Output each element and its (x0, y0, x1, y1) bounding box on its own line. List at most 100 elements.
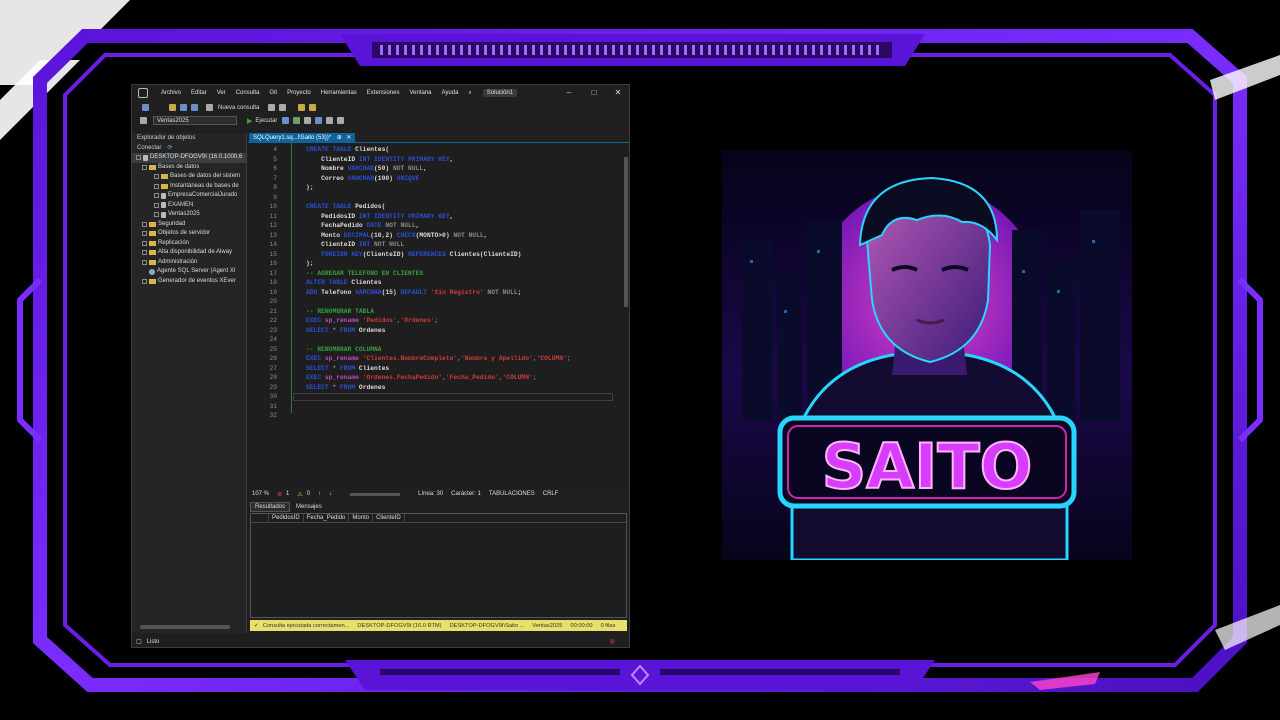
column-header[interactable]: Monto (349, 514, 374, 522)
refresh-icon[interactable]: ⟳ (167, 143, 172, 153)
expand-icon[interactable] (142, 164, 147, 170)
expand-icon[interactable] (142, 259, 147, 265)
tree-node[interactable]: Bases de datos (132, 163, 246, 173)
indent-icon[interactable] (337, 117, 345, 124)
code-line[interactable]: -- RENOMBRAR COLUMNA (306, 345, 382, 355)
new-query-button[interactable]: Nueva consulta (218, 105, 259, 111)
expand-icon[interactable] (142, 231, 147, 237)
down-arrow-icon[interactable]: ↓ (329, 491, 332, 497)
notification-icon[interactable]: ◍ (610, 638, 615, 645)
code-line[interactable]: PedidosID INT IDENTITY PRIMARY KEY, (306, 212, 453, 222)
pin-icon[interactable]: ⊕ (337, 135, 342, 141)
code-line[interactable]: SELECT * FROM Ordenes (306, 326, 385, 336)
maximize-button[interactable]: □ (589, 88, 599, 97)
tree-node[interactable]: Objetos de servidor (132, 229, 246, 239)
comment-icon[interactable] (326, 117, 334, 124)
tab-sqlquery1[interactable]: SQLQuery1.sq...l\Saito (53))* ⊕ ✕ (249, 133, 356, 143)
menu-ventana[interactable]: Ventana (404, 90, 436, 96)
tree-node[interactable]: Generador de eventos XEver (132, 277, 246, 287)
tree-node[interactable]: Ventas2025 (132, 210, 246, 220)
code-line[interactable]: FOREIGN KEY(ClienteID) REFERENCES Client… (306, 250, 521, 260)
code-line[interactable]: ClienteID INT IDENTITY PRIMARY KEY, (306, 155, 453, 165)
code-line[interactable]: EXEC sp_rename 'Pedidos','Ordenes'; (306, 316, 438, 326)
column-header[interactable]: Fecha_Pedido (304, 514, 350, 522)
close-button[interactable]: ✕ (613, 88, 623, 97)
code-line[interactable]: ); (306, 259, 314, 269)
code-line[interactable]: EXEC sp_rename 'Ordenes.FechaPedido','Fe… (306, 373, 537, 383)
expand-icon[interactable] (154, 212, 159, 218)
parse-icon[interactable] (293, 117, 301, 124)
undo-icon[interactable] (268, 104, 276, 111)
sql-editor[interactable]: 4 5 6 7 8 9 10 11 12 13 14 15 16 17 18 19 20 21 22 23 24 25 26… (248, 143, 629, 489)
menu-extensiones[interactable]: Extensiones (362, 90, 405, 96)
tree-node[interactable]: EXAMEN (132, 201, 246, 211)
tab-resultados[interactable]: Resultados (250, 502, 291, 512)
menu-ayuda[interactable]: Ayuda (437, 90, 464, 96)
editor-hscroll[interactable] (350, 492, 401, 496)
column-header[interactable]: PedidosID (269, 514, 304, 522)
tree-node[interactable]: Seguridad (132, 220, 246, 230)
tab-close-icon[interactable]: ✕ (346, 135, 351, 141)
menu-herramientas[interactable]: Herramientas (316, 90, 362, 96)
code-line[interactable]: FechaPedido DATE NOT NULL, (306, 221, 419, 231)
tree-node[interactable]: Bases de datos del sistem (132, 172, 246, 182)
menu-git[interactable]: Git (264, 90, 282, 96)
menu-archivo[interactable]: Archivo (156, 90, 186, 96)
expand-icon[interactable] (142, 240, 147, 246)
error-count[interactable]: 1 (286, 491, 289, 497)
tree-node[interactable]: Replicación (132, 239, 246, 249)
code-line[interactable]: ADD Telefono VARCHAR(15) DEFAULT 'Sin Re… (306, 288, 521, 298)
menu-ver[interactable]: Ver (212, 90, 231, 96)
save-icon[interactable] (180, 104, 187, 111)
expand-icon[interactable] (142, 278, 147, 284)
stop-icon[interactable] (282, 117, 290, 124)
code-line[interactable]: -- RENOMBRAR TABLA (306, 307, 374, 317)
code-line[interactable]: Nombre VARCHAR(50) NOT NULL, (306, 164, 427, 174)
back-icon[interactable] (142, 104, 149, 111)
display-plan-icon[interactable] (304, 117, 312, 124)
code-line[interactable]: Monto DECIMAL(10,2) CHECK(MONTO>0) NOT N… (306, 231, 487, 241)
redo-icon[interactable] (279, 104, 287, 111)
menu-proyecto[interactable]: Proyecto (282, 90, 316, 96)
results-grid[interactable]: PedidosID Fecha_Pedido Monto ClienteID (250, 513, 627, 618)
menu-editar[interactable]: Editar (186, 90, 212, 96)
search-icon[interactable]: ⌕ (463, 90, 476, 97)
code-line[interactable]: CREATE TABLE Pedidos( (306, 202, 385, 212)
execute-icon[interactable]: ▶ (247, 117, 252, 125)
expand-icon[interactable] (142, 221, 147, 227)
new-query-icon[interactable] (206, 104, 213, 111)
cut-icon[interactable] (298, 104, 306, 111)
vertical-scrollbar[interactable] (624, 147, 629, 483)
tab-mensajes[interactable]: Mensajes (292, 503, 326, 511)
save-all-icon[interactable] (191, 104, 198, 111)
zoom-level[interactable]: 107 % (252, 491, 269, 497)
horizontal-scrollbar[interactable] (140, 625, 230, 629)
tree-node[interactable]: Alta disponibilidad de Alway (132, 248, 246, 258)
open-file-icon[interactable] (169, 104, 176, 111)
tree-node[interactable]: Instantáneas de bases de (132, 182, 246, 192)
code-line[interactable]: SELECT * FROM Ordenes (306, 383, 385, 393)
collapse-icon[interactable] (136, 155, 141, 161)
code-line[interactable]: EXEC sp_rename 'Clientes.NombreCompleto'… (306, 354, 571, 364)
code-line[interactable]: CREATE TABLE Clientes( (306, 145, 389, 155)
column-header[interactable]: ClienteID (373, 514, 405, 522)
expand-icon[interactable] (154, 174, 159, 180)
filter-icon[interactable] (140, 117, 147, 124)
code-line[interactable]: ClienteID INT NOT NULL (306, 240, 404, 250)
tree-node[interactable]: Administración (132, 258, 246, 268)
results-to-grid-icon[interactable] (315, 117, 323, 124)
tree-node[interactable]: Agente SQL Server (Agent XI (132, 267, 246, 277)
expand-icon[interactable] (154, 183, 159, 189)
expand-icon[interactable] (154, 193, 159, 199)
code-line[interactable]: ); (306, 183, 314, 193)
execute-button[interactable]: Ejecutar (255, 118, 277, 124)
expand-icon[interactable] (154, 202, 159, 208)
code-line[interactable]: ALTER TABLE Clientes (306, 278, 382, 288)
connect-button[interactable]: Conectar (137, 143, 161, 153)
expand-icon[interactable] (142, 250, 147, 256)
code-line[interactable]: Correo VARCHAR(100) UNIQUE (306, 174, 419, 184)
code-line[interactable]: -- AGREGAR TELEFONO EN CLIENTES (306, 269, 423, 279)
up-arrow-icon[interactable]: ↑ (318, 491, 321, 497)
minimize-button[interactable]: – (564, 88, 574, 97)
menu-consulta[interactable]: Consulta (231, 90, 265, 96)
